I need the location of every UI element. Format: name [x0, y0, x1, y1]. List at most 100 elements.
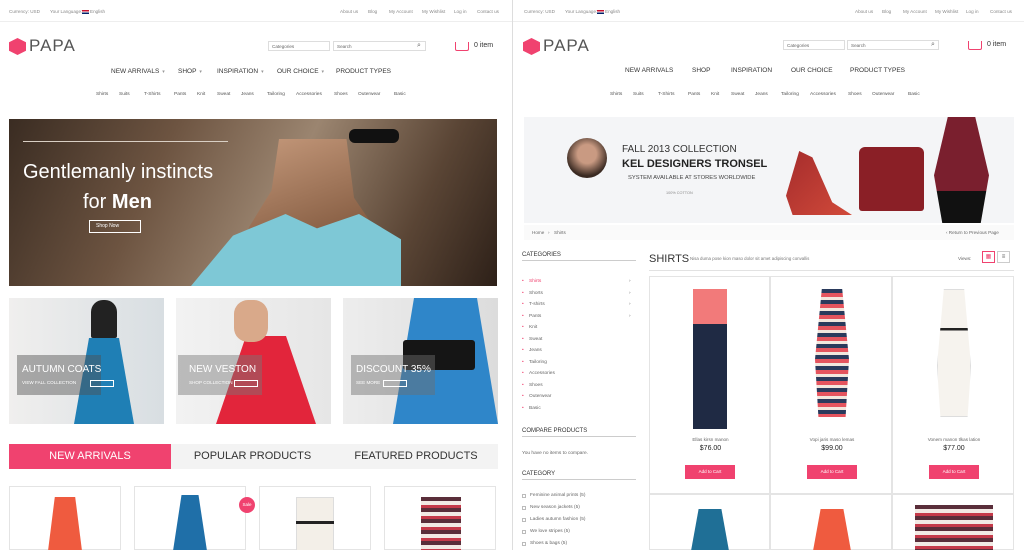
- collection-banner[interactable]: FALL 2013 COLLECTION KEL DESIGNERS TRONS…: [524, 117, 1014, 223]
- sub-accessories[interactable]: Accessories: [296, 92, 322, 97]
- grid-view-icon[interactable]: ▦: [982, 251, 995, 263]
- currency-selector[interactable]: Currency: USD: [524, 9, 555, 14]
- filter-item[interactable]: Shoes & bags (5): [530, 541, 567, 546]
- filter-checkbox[interactable]: [522, 506, 526, 510]
- currency-selector[interactable]: Currency: USD: [9, 9, 40, 14]
- breadcrumb-home[interactable]: Home: [532, 230, 544, 235]
- product-card[interactable]: Ellas kirsn manon $76.00 Add to Cart: [649, 276, 770, 494]
- link-blog[interactable]: Blog: [882, 9, 891, 14]
- tab-new-arrivals[interactable]: NEW ARRIVALS: [9, 444, 171, 469]
- promo-new-veston[interactable]: NEW VESTON SHOP COLLECTION: [176, 298, 331, 424]
- category-select[interactable]: Categories: [268, 41, 330, 51]
- product-name[interactable]: Ellas kirsn manon: [650, 437, 771, 442]
- category-item[interactable]: Shoes: [529, 383, 543, 388]
- list-view-icon[interactable]: ≡: [997, 251, 1010, 263]
- sub-knit[interactable]: Knit: [711, 92, 719, 97]
- sub-shoes[interactable]: Shoes: [334, 92, 348, 97]
- category-item[interactable]: Sweat: [529, 337, 542, 342]
- category-item[interactable]: Shorts: [529, 291, 543, 296]
- link-blog[interactable]: Blog: [368, 9, 377, 14]
- product-card[interactable]: [259, 486, 371, 550]
- expand-icon[interactable]: ›: [629, 302, 631, 307]
- category-item[interactable]: Outerwear: [529, 394, 551, 399]
- language-selector[interactable]: English: [82, 9, 105, 14]
- category-item[interactable]: Accessories: [529, 371, 555, 376]
- logo-text[interactable]: PAPA: [29, 36, 76, 56]
- product-card[interactable]: [9, 486, 121, 550]
- filter-checkbox[interactable]: [522, 518, 526, 522]
- sub-basic[interactable]: Basic: [394, 92, 406, 97]
- sub-sweat[interactable]: Sweat: [731, 92, 744, 97]
- filter-checkbox[interactable]: [522, 542, 526, 546]
- product-card[interactable]: Vopi jaris maso lemas $99.00 Add to Cart: [770, 276, 892, 494]
- filter-item[interactable]: New season jackets (5): [530, 505, 580, 510]
- add-to-cart-button[interactable]: Add to Cart: [807, 465, 857, 479]
- filter-item[interactable]: We love stripes (5): [530, 529, 570, 534]
- sub-suits[interactable]: Suits: [633, 92, 644, 97]
- product-card[interactable]: Vonem manon tlkas lation $77.00 Add to C…: [892, 276, 1014, 494]
- sub-accessories[interactable]: Accessories: [810, 92, 836, 97]
- sub-pants[interactable]: Pants: [174, 92, 186, 97]
- menu-shop[interactable]: SHOP: [692, 67, 710, 74]
- expand-icon[interactable]: ›: [629, 291, 631, 296]
- menu-inspiration[interactable]: INSPIRATION ▾: [217, 68, 264, 75]
- menu-shop[interactable]: SHOP ▾: [178, 68, 202, 75]
- language-selector[interactable]: English: [597, 9, 620, 14]
- search-icon[interactable]: ⌕: [931, 41, 935, 49]
- category-select[interactable]: Categories: [783, 40, 845, 50]
- sub-tailoring[interactable]: Tailoring: [781, 92, 799, 97]
- sub-shirts[interactable]: Shirts: [96, 92, 108, 97]
- link-contact[interactable]: Contact us: [477, 9, 499, 14]
- promo-subtitle[interactable]: SEE MORE: [356, 380, 380, 385]
- product-card[interactable]: [384, 486, 496, 550]
- sub-outerwear[interactable]: Outerwear: [872, 92, 894, 97]
- sub-shoes[interactable]: Shoes: [848, 92, 862, 97]
- sub-suits[interactable]: Suits: [119, 92, 130, 97]
- promo-discount[interactable]: DISCOUNT 35% SEE MORE: [343, 298, 498, 424]
- sub-tshirts[interactable]: T-Shirts: [144, 92, 161, 97]
- search-icon[interactable]: ⌕: [417, 42, 421, 50]
- add-to-cart-button[interactable]: Add to Cart: [929, 465, 979, 479]
- tab-popular-products[interactable]: POPULAR PRODUCTS: [171, 444, 334, 469]
- menu-product-types[interactable]: PRODUCT TYPES: [850, 67, 905, 74]
- expand-icon[interactable]: ›: [629, 314, 631, 319]
- link-login[interactable]: Log in: [966, 9, 979, 14]
- product-card[interactable]: [649, 494, 770, 550]
- search-input[interactable]: Search: [333, 41, 426, 51]
- cart-icon[interactable]: [455, 42, 469, 51]
- sub-shirts[interactable]: Shirts: [610, 92, 622, 97]
- category-item[interactable]: Pants: [529, 314, 541, 319]
- product-card[interactable]: [770, 494, 892, 550]
- cart-count[interactable]: 0 item: [987, 41, 1006, 48]
- product-name[interactable]: Vonem manon tlkas lation: [893, 437, 1015, 442]
- return-link[interactable]: ‹ Return to Previous Page: [946, 230, 999, 235]
- menu-product-types[interactable]: PRODUCT TYPES: [336, 68, 391, 75]
- category-item[interactable]: T-shirts: [529, 302, 545, 307]
- menu-our-choice[interactable]: OUR CHOICE ▾: [277, 68, 324, 75]
- cart-count[interactable]: 0 item: [474, 42, 493, 49]
- product-card[interactable]: [892, 494, 1014, 550]
- product-card[interactable]: Sale: [134, 486, 255, 550]
- add-to-cart-button[interactable]: Add to Cart: [685, 465, 735, 479]
- logo-text[interactable]: PAPA: [543, 36, 590, 56]
- promo-button[interactable]: [383, 380, 407, 387]
- category-item[interactable]: Shirts: [529, 279, 541, 284]
- sub-pants[interactable]: Pants: [688, 92, 700, 97]
- promo-subtitle[interactable]: VIEW FALL COLLECTION: [22, 380, 76, 385]
- sub-tailoring[interactable]: Tailoring: [267, 92, 285, 97]
- category-item[interactable]: Jeans: [529, 348, 542, 353]
- promo-autumn-coats[interactable]: AUTUMN COATS VIEW FALL COLLECTION: [9, 298, 164, 424]
- cart-icon[interactable]: [968, 41, 982, 50]
- category-item[interactable]: Tailoring: [529, 360, 547, 365]
- hero-banner[interactable]: Gentlemanly instincts for Men Shop Now: [9, 119, 497, 286]
- filter-checkbox[interactable]: [522, 530, 526, 534]
- link-account[interactable]: My Account: [389, 9, 413, 14]
- shop-now-button[interactable]: Shop Now: [89, 220, 141, 233]
- filter-checkbox[interactable]: [522, 494, 526, 498]
- product-name[interactable]: Vopi jaris maso lemas: [771, 437, 893, 442]
- sub-basic[interactable]: Basic: [908, 92, 920, 97]
- menu-inspiration[interactable]: INSPIRATION: [731, 67, 772, 74]
- menu-new-arrivals[interactable]: NEW ARRIVALS ▾: [111, 68, 165, 75]
- sub-sweat[interactable]: Sweat: [217, 92, 230, 97]
- sub-jeans[interactable]: Jeans: [241, 92, 254, 97]
